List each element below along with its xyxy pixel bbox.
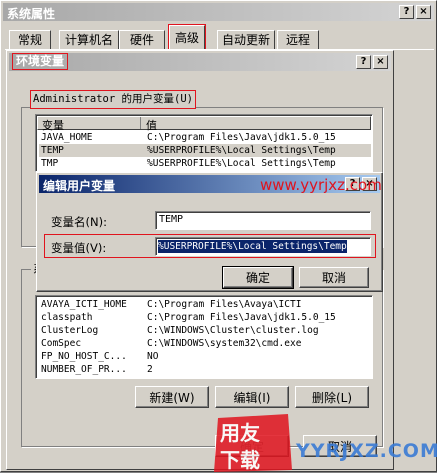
user-variables-group-label: Administrator 的用户变量(U) [30, 90, 196, 109]
watermark-logo: 用友 下载 [212, 414, 294, 472]
table-row[interactable]: TMP %USERPROFILE%\Local Settings\Temp [39, 157, 371, 170]
variable-value-input[interactable]: %USERPROFILE%\Local Settings\Temp [155, 237, 371, 256]
tab-general[interactable]: 常规 [9, 30, 51, 49]
tab-remote[interactable]: 远程 [277, 30, 319, 49]
environment-variables-title: 环境变量 [11, 53, 69, 70]
watermark-logo-top: 用友 [220, 421, 260, 445]
system-variables-list[interactable]: AVAYA_ICTI_HOME C:\Program Files\Avaya\IC… [35, 295, 373, 379]
tab-advanced[interactable]: 高级 [168, 24, 206, 50]
watermark-site-url-bottom: YYRJXZ.COM [296, 440, 437, 462]
edit-ok-button[interactable]: 确定 [222, 266, 294, 289]
help-button[interactable]: ? [399, 5, 414, 19]
table-row[interactable]: AVAYA_ICTI_HOME C:\Program Files\Avaya\IC… [39, 298, 371, 311]
system-properties-title: 系统属性 [7, 7, 56, 21]
user-variables-header [37, 116, 371, 130]
user-variables-list[interactable]: 变量 值 JAVA_HOME C:\Program Files\Java\jdk1… [35, 114, 373, 172]
table-row-selected[interactable]: TEMP %USERPROFILE%\Local Settings\Temp [39, 144, 371, 157]
tab-computer-name[interactable]: 计算机名 [59, 30, 119, 49]
new-button[interactable]: 新建(W) [135, 386, 209, 408]
env-close-button[interactable]: × [373, 55, 388, 69]
environment-variables-titlebar: 环境变量 ? × [9, 53, 391, 71]
variable-name-value: TEMP [159, 214, 184, 225]
variable-value-selected: %USERPROFILE%\Local Settings\Temp [158, 240, 347, 253]
close-button[interactable]: × [416, 5, 431, 19]
table-row[interactable]: NUMBER_OF_PR... 2 [39, 363, 371, 376]
watermark-site-url: www.yyrjxz.com [260, 176, 382, 194]
watermark-logo-bottom: 下载 [220, 448, 260, 472]
table-row[interactable]: classpath C:\Program Files\Java\jdk1.5.0_… [39, 311, 371, 324]
system-properties-titlebar: 系统属性 ? × [3, 3, 434, 21]
env-help-button[interactable]: ? [356, 55, 371, 69]
variable-name-input[interactable]: TEMP [155, 211, 371, 230]
system-variables-rows: AVAYA_ICTI_HOME C:\Program Files\Avaya\IC… [39, 298, 371, 378]
tab-hardware[interactable]: 硬件 [119, 30, 165, 49]
edit-dialog-title: 编辑用户变量 [43, 179, 116, 193]
tab-automatic-updates[interactable]: 自动更新 [217, 30, 275, 49]
variable-name-label: 变量名(N): [51, 215, 107, 229]
user-variables-rows: JAVA_HOME C:\Program Files\Java\jdk1.5.0_… [39, 131, 371, 171]
column-divider [140, 117, 141, 129]
variable-value-label: 变量值(V): [51, 241, 107, 255]
table-row[interactable]: ComSpec C:\WINDOWS\system32\cmd.exe [39, 337, 371, 350]
table-row[interactable]: ClusterLog C:\WINDOWS\Cluster\cluster.log [39, 324, 371, 337]
edit-cancel-button[interactable]: 取消 [299, 267, 369, 288]
table-row[interactable]: JAVA_HOME C:\Program Files\Java\jdk1.5.0_… [39, 131, 371, 144]
table-row[interactable]: FP_NO_HOST_C... NO [39, 350, 371, 363]
delete-button[interactable]: 删除(L) [295, 386, 369, 408]
edit-button[interactable]: 编辑(I) [215, 386, 289, 408]
